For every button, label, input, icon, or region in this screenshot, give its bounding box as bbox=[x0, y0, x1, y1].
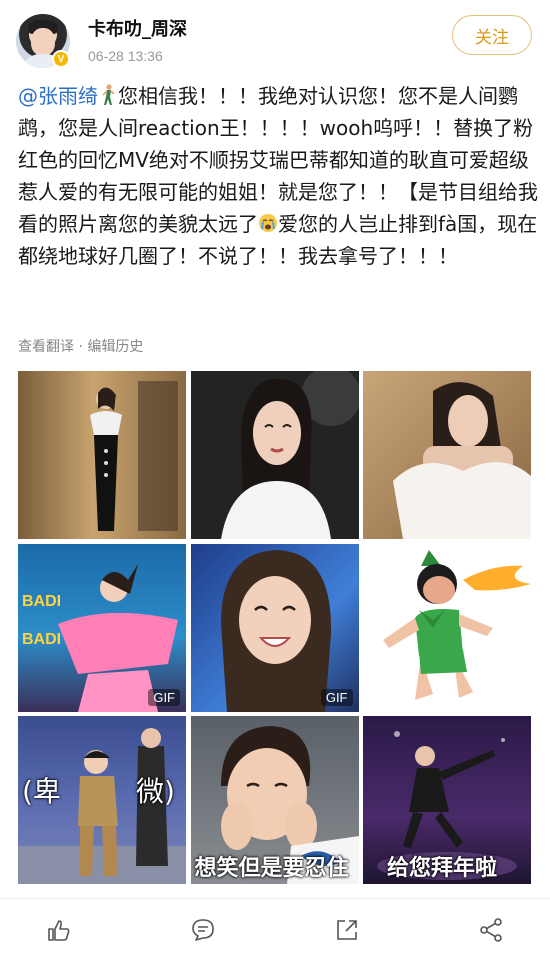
crying-face-icon bbox=[259, 214, 277, 232]
svg-text:BADI: BADI bbox=[22, 593, 61, 610]
svg-text:BADI: BADI bbox=[22, 631, 61, 648]
repost-icon[interactable] bbox=[334, 917, 360, 943]
photo-black-dress-image bbox=[90, 381, 178, 531]
image-grid: BADI BADI GIF GIF (卑 微) 想笑但是要忍住 给您拜年啦 bbox=[18, 371, 531, 884]
verified-badge-icon: V bbox=[52, 50, 70, 68]
photo-offshoulder-image bbox=[393, 382, 531, 539]
meme-new-year[interactable]: 给您拜年啦 bbox=[363, 716, 531, 884]
photo-offshoulder[interactable] bbox=[363, 371, 531, 539]
caption-left: (卑 bbox=[22, 775, 61, 808]
translate-history-links[interactable]: 查看翻译 · 编辑历史 bbox=[18, 336, 143, 356]
meme-trying-not-laugh[interactable]: 想笑但是要忍住 bbox=[190, 716, 359, 884]
post-header: V 卡布叻_周深 06-28 13:36 关注 bbox=[0, 0, 550, 75]
username[interactable]: 卡布叻_周深 bbox=[88, 15, 187, 41]
share-icon[interactable] bbox=[478, 917, 504, 943]
gif-smile-stage-image bbox=[220, 549, 331, 712]
photo-black-dress[interactable] bbox=[18, 371, 186, 539]
mention-link[interactable]: @张雨绮 bbox=[18, 84, 98, 108]
meme-green-cartoon-image bbox=[383, 549, 531, 700]
gif-badge: GIF bbox=[148, 688, 180, 706]
caption-right: 微) bbox=[136, 775, 175, 808]
gif-smile-stage[interactable]: GIF bbox=[190, 543, 359, 712]
meme-green-cartoon[interactable] bbox=[363, 543, 531, 712]
gif-pink-dance-image: BADI BADI bbox=[22, 563, 178, 712]
photo-white-feather-image bbox=[220, 371, 359, 539]
follow-button[interactable]: 关注 bbox=[452, 15, 532, 55]
walking-person-icon bbox=[102, 84, 115, 105]
caption-text: 给您拜年啦 bbox=[387, 856, 498, 881]
action-bar bbox=[0, 898, 550, 956]
photo-white-feather[interactable] bbox=[190, 371, 359, 539]
post-time: 06-28 13:36 bbox=[88, 48, 163, 64]
comment-icon[interactable] bbox=[190, 917, 216, 943]
caption-text: 想笑但是要忍住 bbox=[194, 856, 349, 881]
gif-badge: GIF bbox=[320, 688, 353, 706]
thumbs-up-icon[interactable] bbox=[46, 917, 72, 943]
post-text: @张雨绮 您相信我！！！我绝对认识您！您不是人间鹦鹉，您是人间reaction王！… bbox=[18, 80, 538, 272]
gif-pink-dance[interactable]: BADI BADI GIF bbox=[18, 543, 186, 712]
meme-humble[interactable]: (卑 微) bbox=[18, 716, 186, 884]
